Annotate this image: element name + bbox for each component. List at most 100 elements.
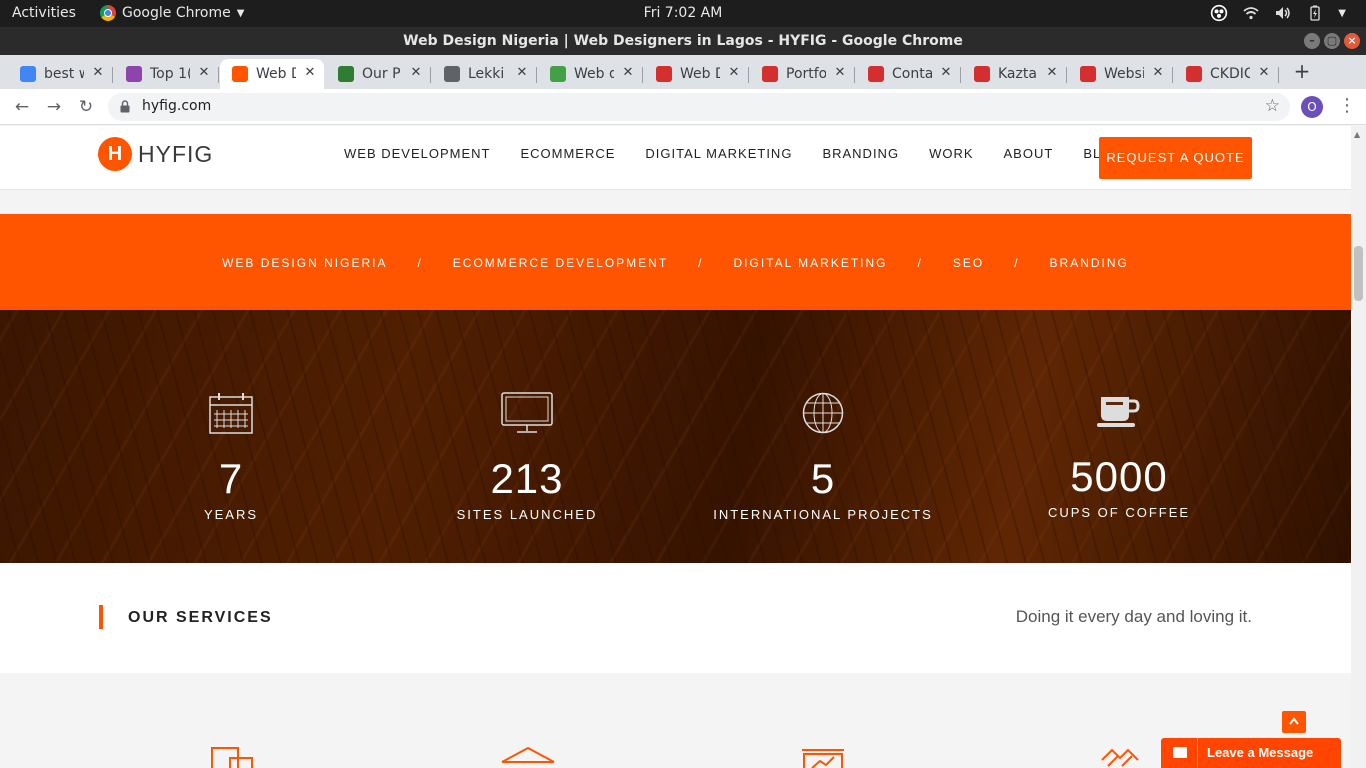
- tab-separator: [960, 67, 961, 83]
- chat-label: Leave a Message: [1207, 745, 1314, 760]
- url-text: hyfig.com: [142, 98, 212, 114]
- browser-tab[interactable]: CKDIC ✕: [1174, 59, 1279, 89]
- profile-avatar[interactable]: O: [1301, 96, 1323, 118]
- keyword-web-design-nigeria[interactable]: WEB DESIGN NIGERIA: [222, 256, 387, 270]
- window-titlebar[interactable]: Web Design Nigeria | Web Designers in La…: [0, 27, 1366, 55]
- stat-international: 5 INTERNATIONAL PROJECTS: [703, 390, 943, 522]
- tab-close-icon[interactable]: ✕: [302, 65, 318, 80]
- nav-work[interactable]: WORK: [929, 146, 973, 161]
- tab-close-icon[interactable]: ✕: [514, 65, 530, 80]
- browser-tab[interactable]: Web d ✕: [538, 59, 643, 89]
- chevron-down-icon[interactable]: ▼: [1338, 8, 1346, 19]
- close-icon[interactable]: ×: [1344, 33, 1360, 49]
- tab-close-icon[interactable]: ✕: [938, 65, 954, 80]
- app-name: Google Chrome: [122, 5, 231, 21]
- nav-web-development[interactable]: WEB DEVELOPMENT: [344, 146, 490, 161]
- minimize-icon[interactable]: –: [1304, 33, 1320, 49]
- stat-value: 213: [490, 455, 564, 502]
- calendar-icon: [111, 390, 351, 435]
- tab-close-icon[interactable]: ✕: [832, 65, 848, 80]
- wifi-icon[interactable]: [1242, 4, 1260, 22]
- scrollbar-thumb[interactable]: [1354, 246, 1363, 301]
- browser-tab[interactable]: Our P ✕: [326, 59, 431, 89]
- browser-tab[interactable]: best w ✕: [8, 59, 113, 89]
- tab-close-icon[interactable]: ✕: [408, 65, 424, 80]
- leave-message-widget[interactable]: Leave a Message: [1161, 738, 1341, 768]
- chevron-down-icon: ▼: [236, 7, 245, 19]
- tab-separator: [1278, 67, 1279, 83]
- tab-label: CKDIC: [1210, 66, 1250, 82]
- tab-close-icon[interactable]: ✕: [196, 65, 212, 80]
- browser-tab[interactable]: Top 1( ✕: [114, 59, 219, 89]
- section-tagline: Doing it every day and loving it.: [1015, 607, 1252, 626]
- browser-tab[interactable]: Kaztal ✕: [962, 59, 1067, 89]
- tab-separator: [536, 67, 537, 83]
- browser-toolbar: ← → ↻ hyfig.com ☆: [0, 89, 1366, 125]
- nav-ecommerce[interactable]: ECOMMERCE: [520, 146, 615, 161]
- service-icons-row: [0, 746, 1351, 768]
- code-icon: [1080, 66, 1096, 82]
- tab-label: Top 1(: [150, 66, 190, 82]
- forward-arrow-icon[interactable]: →: [44, 97, 64, 117]
- nav-digital-marketing[interactable]: DIGITAL MARKETING: [645, 146, 792, 161]
- ecommerce-icon: [501, 746, 555, 763]
- browser-tab[interactable]: Web D ✕: [220, 59, 324, 89]
- section-title: OUR SERVICES: [128, 609, 273, 626]
- branding-icon: [1101, 748, 1139, 767]
- keyword-ecommerce-development[interactable]: ECOMMERCE DEVELOPMENT: [453, 256, 668, 270]
- address-bar[interactable]: hyfig.com ☆: [108, 93, 1290, 121]
- request-quote-button[interactable]: REQUEST A QUOTE: [1099, 137, 1252, 179]
- envelope-icon: [1173, 747, 1187, 758]
- keyword-links: WEB DESIGN NIGERIA / ECOMMERCE DEVELOPME…: [0, 256, 1351, 270]
- tab-label: Websi: [1104, 66, 1144, 82]
- tab-close-icon[interactable]: ✕: [620, 65, 636, 80]
- code-icon: [762, 66, 778, 82]
- obs-icon[interactable]: [1210, 4, 1228, 22]
- tab-strip: best w✕Top 1(✕Web D✕Our P✕Lekki✕Web d✕We…: [0, 55, 1366, 89]
- tab-close-icon[interactable]: ✕: [726, 65, 742, 80]
- tab-separator: [854, 67, 855, 83]
- app-menu[interactable]: Google Chrome ▼: [100, 5, 244, 21]
- tab-close-icon[interactable]: ✕: [90, 65, 106, 80]
- accent-bar: [99, 605, 103, 629]
- scroll-up-arrow-icon[interactable]: ▲: [1354, 130, 1360, 139]
- tab-separator: [748, 67, 749, 83]
- bookmark-star-icon[interactable]: ☆: [1265, 96, 1280, 116]
- tab-label: Lekki: [468, 66, 505, 82]
- chevron-up-icon: [1289, 717, 1299, 725]
- tab-separator: [430, 67, 431, 83]
- keyword-branding[interactable]: BRANDING: [1050, 256, 1129, 270]
- tab-close-icon[interactable]: ✕: [1044, 65, 1060, 80]
- window-title: Web Design Nigeria | Web Designers in La…: [403, 33, 963, 49]
- hyfig-logo-icon: H: [98, 137, 132, 171]
- separator: /: [698, 256, 704, 270]
- browser-tab[interactable]: Web D ✕: [644, 59, 749, 89]
- g-icon: [550, 66, 566, 82]
- back-to-top-button[interactable]: [1282, 711, 1306, 733]
- activities-button[interactable]: Activities: [12, 5, 76, 21]
- back-arrow-icon[interactable]: ←: [12, 97, 32, 117]
- browser-tab[interactable]: Conta ✕: [856, 59, 961, 89]
- new-tab-button[interactable]: +: [1292, 60, 1312, 82]
- battery-icon[interactable]: [1306, 4, 1324, 22]
- maximize-icon[interactable]: ▢: [1324, 33, 1340, 49]
- menu-dots-icon[interactable]: ⋮: [1338, 95, 1356, 116]
- nav-branding[interactable]: BRANDING: [822, 146, 899, 161]
- site-header: H HYFIG WEB DEVELOPMENT ECOMMERCE DIGITA…: [0, 126, 1351, 190]
- tab-label: Portfo: [786, 66, 826, 82]
- site-logo[interactable]: H HYFIG: [98, 137, 213, 171]
- nav-about[interactable]: ABOUT: [1004, 146, 1054, 161]
- volume-icon[interactable]: [1274, 4, 1292, 22]
- browser-tab[interactable]: Lekki ✕: [432, 59, 537, 89]
- keyword-digital-marketing[interactable]: DIGITAL MARKETING: [734, 256, 888, 270]
- code-icon: [1186, 66, 1202, 82]
- keyword-seo[interactable]: SEO: [953, 256, 984, 270]
- browser-tab[interactable]: Portfo ✕: [750, 59, 855, 89]
- tab-close-icon[interactable]: ✕: [1150, 65, 1166, 80]
- reload-icon[interactable]: ↻: [76, 97, 96, 117]
- tab-close-icon[interactable]: ✕: [1256, 65, 1272, 80]
- flag-icon: [338, 66, 354, 82]
- page-scrollbar[interactable]: ▲: [1351, 126, 1366, 768]
- browser-tab[interactable]: Websi ✕: [1068, 59, 1173, 89]
- lock-icon: [120, 100, 130, 113]
